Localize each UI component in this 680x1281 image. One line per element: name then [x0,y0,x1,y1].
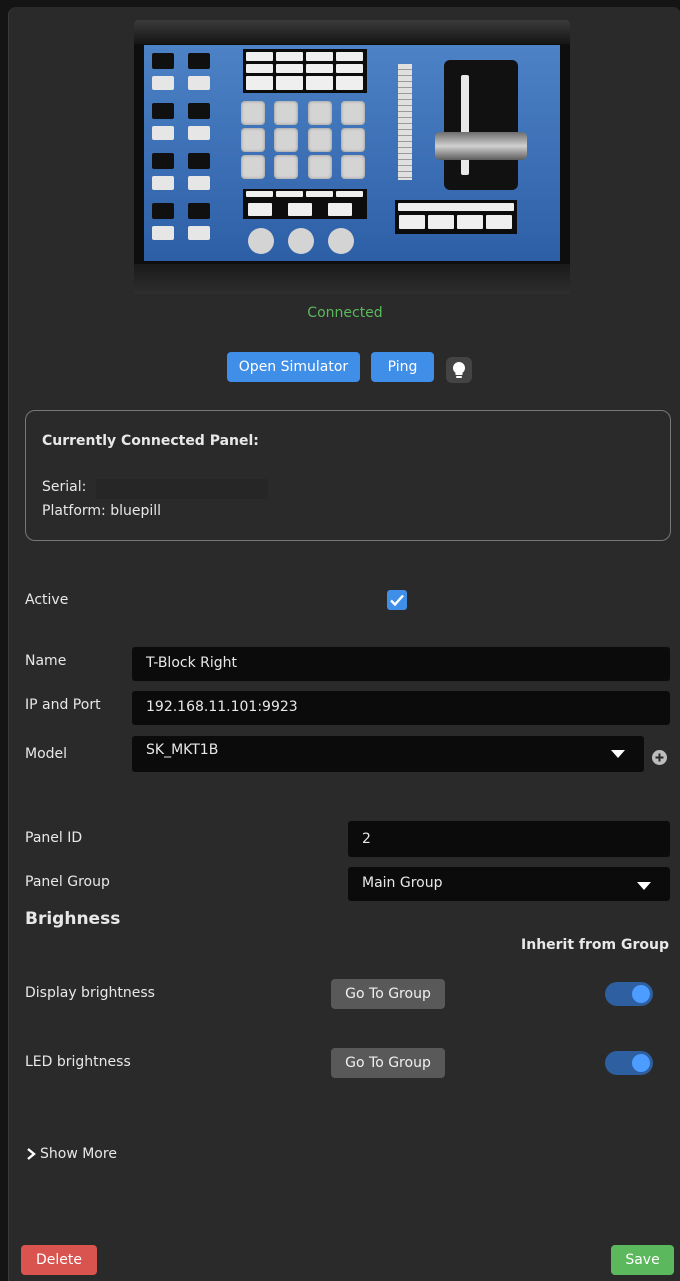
show-more-toggle[interactable]: Show More [25,1146,117,1162]
name-field[interactable]: T-Block Right [132,647,670,681]
model-label: Model [25,746,68,762]
display-brightness-label: Display brightness [25,985,155,1001]
panel-group-label: Panel Group [25,874,110,890]
add-model-icon[interactable] [652,750,667,765]
panel-group-value: Main Group [362,875,443,891]
chevron-down-icon [637,882,651,890]
ip-port-field[interactable]: 192.168.11.101:9923 [132,691,670,725]
connected-panel-heading: Currently Connected Panel: [42,433,259,449]
connection-status: Connected [307,305,383,321]
led-brightness-label: LED brightness [25,1054,131,1070]
show-more-label: Show More [40,1146,117,1162]
checkmark-icon [390,594,404,607]
identify-button[interactable] [446,357,472,383]
connected-panel-info: Currently Connected Panel: Serial: Platf… [25,410,671,541]
platform-label: Platform: bluepill [42,503,162,519]
panel-settings-dialog: Connected Open Simulator Ping Currently … [8,7,680,1281]
panel-id-field[interactable]: 2 [348,821,670,857]
panel-group-select[interactable]: Main Group [348,867,670,901]
led-go-to-group-button[interactable]: Go To Group [331,1048,445,1078]
lightbulb-icon [452,361,466,378]
brightness-heading: Brighness [25,909,121,929]
save-button[interactable]: Save [611,1245,674,1275]
ping-button[interactable]: Ping [371,352,434,382]
led-inherit-toggle[interactable] [605,1051,653,1075]
device-illustration [134,20,570,294]
serial-label: Serial: [42,479,87,495]
name-label: Name [25,653,67,669]
panel-id-label: Panel ID [25,830,83,846]
model-select[interactable]: SK_MKT1B [132,736,644,772]
serial-value-redacted [96,479,268,499]
chevron-right-icon [27,1148,36,1160]
ip-port-label: IP and Port [25,697,101,713]
display-go-to-group-button[interactable]: Go To Group [331,979,445,1009]
active-label: Active [25,592,69,608]
open-simulator-button[interactable]: Open Simulator [227,352,360,382]
inherit-heading: Inherit from Group [521,937,669,953]
active-checkbox[interactable] [387,590,407,610]
delete-button[interactable]: Delete [21,1245,97,1275]
model-select-value: SK_MKT1B [146,742,219,758]
display-inherit-toggle[interactable] [605,982,653,1006]
chevron-down-icon [611,750,625,758]
